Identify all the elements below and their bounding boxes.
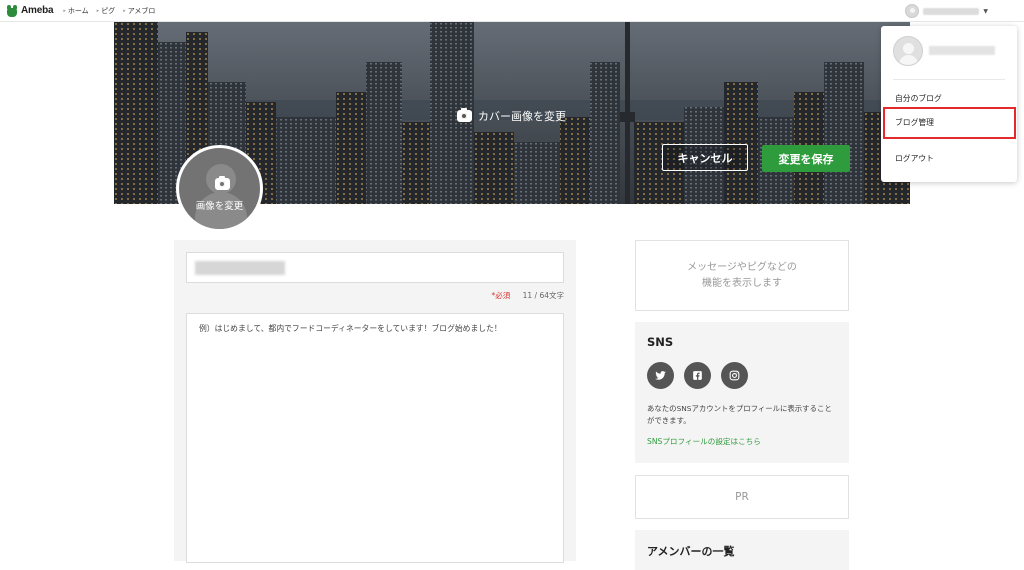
change-cover-label: カバー画像を変更: [478, 110, 566, 123]
global-nav: ▸ ホーム ▸ ピグ ▸ アメブロ: [63, 6, 163, 16]
menu-item-logout[interactable]: ログアウト: [895, 153, 934, 164]
required-label: *必須: [491, 291, 511, 300]
ameba-logo[interactable]: Ameba: [6, 4, 54, 17]
bio-placeholder: 例）はじめまして、都内でフードコーディネーターをしています！ブログ始めました！: [199, 324, 502, 333]
profile-form: *必須 11 / 64文字 例）はじめまして、都内でフードコーディネーターをして…: [174, 240, 576, 563]
message-feature-box: メッセージやピグなどの 機能を表示します: [635, 240, 849, 311]
avatar: [905, 4, 920, 18]
change-image-label: 画像を変更: [195, 201, 244, 212]
nickname-value-blurred: [195, 261, 285, 275]
camera-icon: [457, 110, 472, 122]
chevron-right-icon: ▸: [123, 7, 126, 14]
nav-link-home[interactable]: ▸ ホーム: [63, 6, 88, 16]
nickname-input[interactable]: [186, 252, 564, 283]
change-cover-button[interactable]: カバー画像を変更: [457, 108, 566, 124]
message-line-1: メッセージやピグなどの: [687, 261, 797, 273]
user-dropdown-menu: 自分のブログ ブログ管理 ログアウト: [881, 26, 1017, 182]
sns-settings-link[interactable]: SNSプロフィールの設定はこちら: [647, 436, 837, 447]
message-line-2: 機能を表示します: [702, 277, 782, 289]
chevron-right-icon: ▸: [63, 7, 66, 14]
cancel-button[interactable]: キャンセル: [662, 144, 748, 171]
amember-title: アメンバーの一覧: [647, 545, 735, 558]
camera-icon: [215, 178, 230, 190]
sns-description: あなたのSNSアカウントをプロフィールに表示することができます。: [647, 404, 832, 425]
caret-down-icon: ▼: [983, 7, 988, 15]
save-button[interactable]: 変更を保存: [762, 145, 850, 172]
user-name-blurred: [929, 46, 995, 55]
char-count: 11 / 64文字: [522, 291, 564, 300]
nav-link-ameblo[interactable]: ▸ アメブロ: [123, 6, 155, 16]
nav-label: ホーム: [67, 6, 89, 15]
bio-textarea[interactable]: 例）はじめまして、都内でフードコーディネーターをしています！ブログ始めました！: [186, 313, 564, 563]
sns-panel: SNS あなたのSNSアカウントをプロフィールに表示することができます。 SNS…: [635, 322, 849, 463]
pr-box: PR: [635, 475, 849, 519]
menu-item-my-blog[interactable]: 自分のブログ: [895, 93, 942, 104]
nav-label: ピグ: [101, 6, 116, 15]
nav-link-pigg[interactable]: ▸ ピグ: [97, 6, 116, 16]
chevron-right-icon: ▸: [96, 7, 100, 14]
user-menu-toggle[interactable]: ▼: [905, 4, 988, 18]
twitter-icon[interactable]: [647, 362, 674, 389]
logo-text: Ameba: [21, 5, 54, 16]
divider: [893, 79, 1005, 80]
highlight-box: [883, 107, 1016, 139]
nav-label: アメブロ: [127, 6, 156, 15]
ameba-logo-icon: [6, 4, 18, 17]
amember-panel: アメンバーの一覧: [635, 530, 849, 570]
facebook-icon[interactable]: [684, 362, 711, 389]
avatar: [893, 36, 923, 66]
sns-icon-row: [647, 362, 837, 389]
char-counter: *必須 11 / 64文字: [491, 290, 564, 301]
user-name-blurred: [923, 7, 980, 15]
instagram-icon[interactable]: [721, 362, 748, 389]
change-profile-image-button[interactable]: 画像を変更: [176, 145, 263, 232]
global-header: Ameba ▸ ホーム ▸ ピグ ▸ アメブロ ▼: [0, 0, 1024, 22]
sns-title: SNS: [647, 335, 674, 349]
